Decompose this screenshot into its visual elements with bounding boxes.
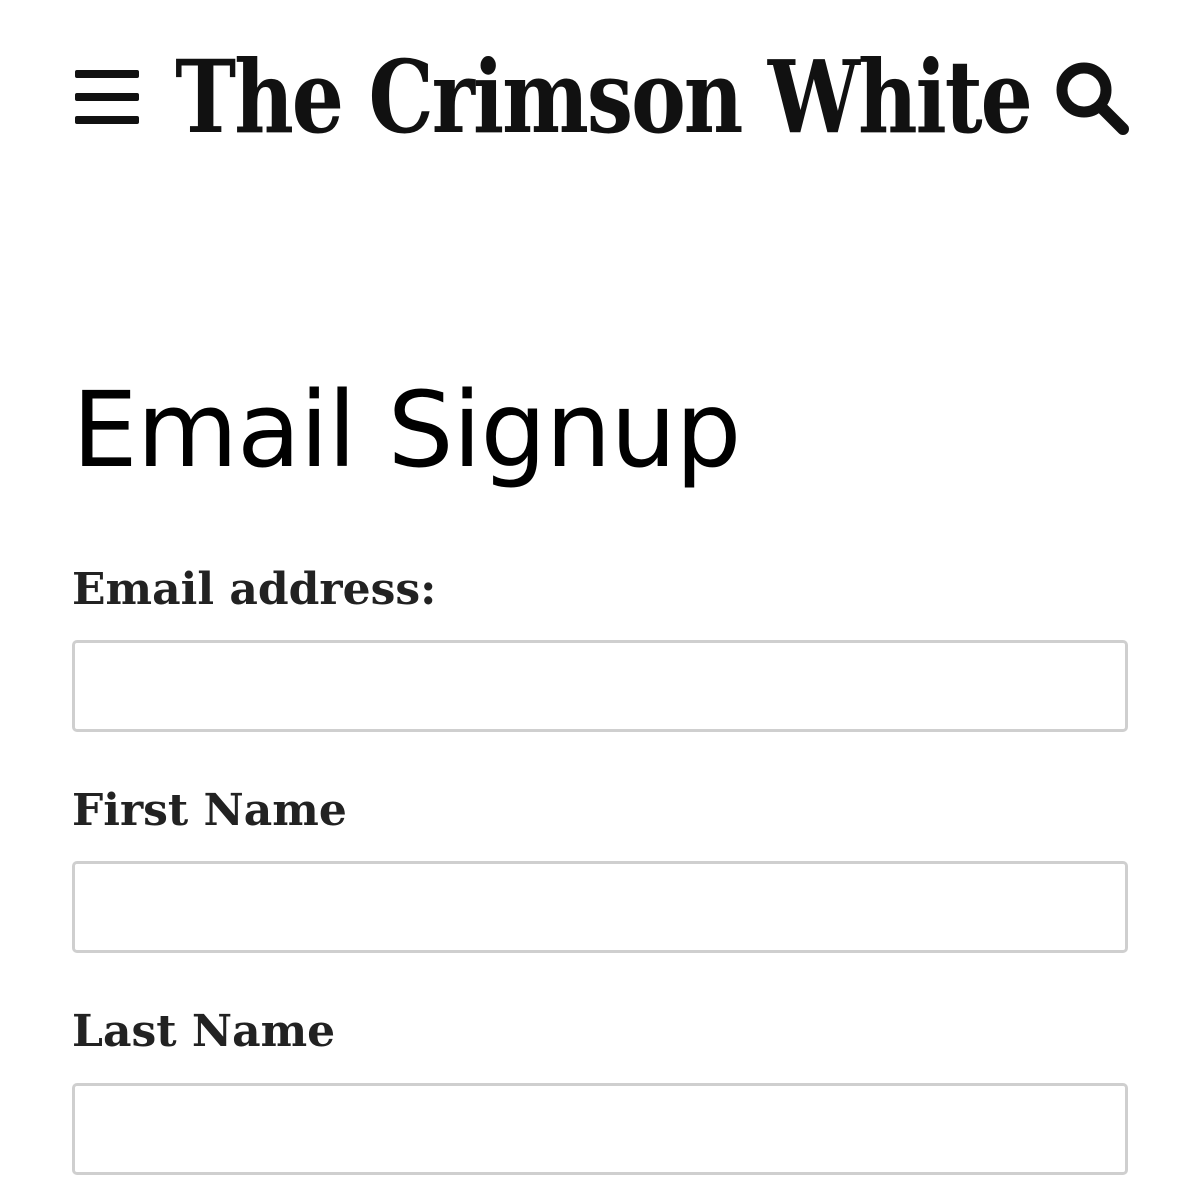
email-label: Email address: [72, 564, 437, 615]
menu-button[interactable] [70, 62, 144, 132]
first-name-label: First Name [72, 785, 347, 836]
page-title: Email Signup [72, 369, 741, 491]
site-logo[interactable]: The Crimson White [175, 28, 1033, 168]
search-button[interactable] [1050, 56, 1134, 140]
site-header: The Crimson White [0, 0, 1200, 200]
hamburger-menu-icon [75, 70, 139, 124]
last-name-label: Last Name [72, 1006, 336, 1057]
search-icon [1056, 62, 1129, 135]
site-logo-text: The Crimson White [175, 39, 1033, 157]
first-name-field[interactable] [72, 861, 1128, 953]
last-name-field[interactable] [72, 1083, 1128, 1175]
email-field[interactable] [72, 640, 1128, 732]
